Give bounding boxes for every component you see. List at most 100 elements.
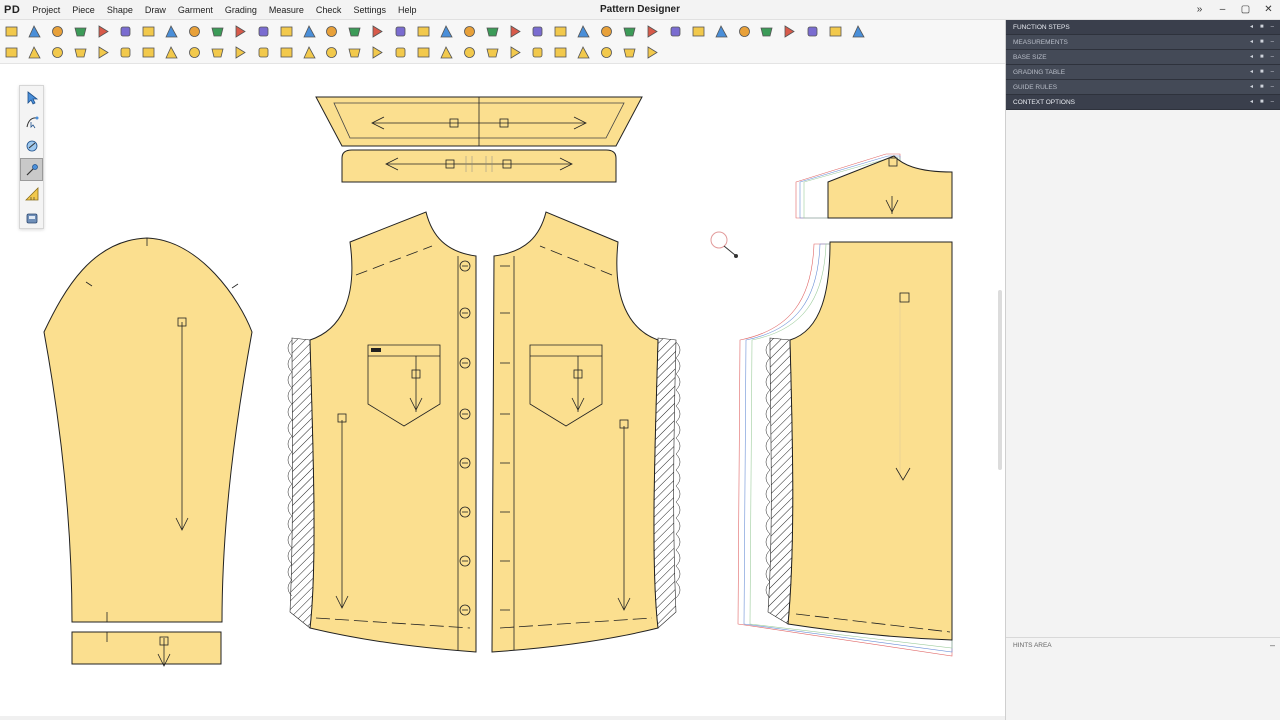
scissors-button[interactable] [116,22,135,40]
collar-piece[interactable] [315,96,643,147]
open-button[interactable] [25,22,44,40]
menu-shape[interactable]: Shape [101,0,139,20]
help-button[interactable] [735,22,754,40]
menu-draw[interactable]: Draw [139,0,172,20]
select-piece-button[interactable] [277,22,296,40]
notch-button[interactable] [368,22,387,40]
arrow-button[interactable] [483,22,502,40]
pin-icon[interactable]: ◂ [1250,80,1253,95]
panel-section-function-steps[interactable]: FUNCTION STEPS ◂ ■ – [1006,20,1280,35]
menu-measure[interactable]: Measure [263,0,310,20]
zoom-fit-button[interactable] [528,22,547,40]
flag-button[interactable] [757,22,776,40]
shape-11-button[interactable] [277,44,296,62]
hints-minimize-icon[interactable]: – [1270,638,1275,653]
redo-button[interactable] [254,22,273,40]
menu-check[interactable]: Check [310,0,348,20]
shape-20-button[interactable] [483,44,502,62]
mirror-button[interactable] [322,22,341,40]
undo-button[interactable] [231,22,250,40]
panel-section-measurements[interactable]: MEASUREMENTS ◂ ■ – [1006,35,1280,50]
shape-22-button[interactable] [528,44,547,62]
minimize-icon[interactable]: – [1271,20,1274,35]
fill-button[interactable] [25,44,44,62]
tablet-tool[interactable] [20,206,43,229]
fold-button[interactable] [345,22,364,40]
pin-tool[interactable] [20,158,43,181]
minimize-icon[interactable]: – [1271,65,1274,80]
lock-icon[interactable]: ■ [1260,35,1264,50]
shape-4-button[interactable] [116,44,135,62]
zoom-in-button[interactable] [574,22,593,40]
shape-12-button[interactable] [300,44,319,62]
shape-2-button[interactable] [71,44,90,62]
minimize-icon[interactable]: – [1271,80,1274,95]
pin-icon[interactable]: ◂ [1250,95,1253,110]
shape-6-button[interactable] [162,44,181,62]
pin-icon[interactable]: ◂ [1250,50,1253,65]
style-button[interactable] [780,22,799,40]
menu-project[interactable]: Project [26,0,66,20]
minimize-icon[interactable]: – [1271,95,1274,110]
pointer-tool[interactable] [20,86,43,109]
panel-section-grading-table[interactable]: GRADING TABLE ◂ ■ – [1006,65,1280,80]
right-front-piece[interactable] [491,211,659,653]
shape-26-button[interactable] [620,44,639,62]
shape-25-button[interactable] [597,44,616,62]
shape-7-button[interactable] [185,44,204,62]
collar-stand-piece[interactable] [341,149,617,183]
zoom-box-button[interactable] [551,22,570,40]
sleeve-piece[interactable] [43,237,253,623]
curve-point-tool[interactable] [20,110,43,133]
palette-button[interactable] [666,22,685,40]
minimize-icon[interactable]: – [1271,35,1274,50]
grade-button[interactable] [94,22,113,40]
close-button[interactable]: ✕ [1257,0,1280,20]
pin-icon[interactable]: ◂ [1250,65,1253,80]
minimize-button[interactable]: – [1211,0,1234,20]
menu-garment[interactable]: Garment [172,0,219,20]
color-wheel-button[interactable] [414,22,433,40]
draw-piece-button[interactable] [2,44,21,62]
table-button[interactable] [506,22,525,40]
save-button[interactable] [48,22,67,40]
lock-icon[interactable]: ■ [1260,80,1264,95]
shape-15-button[interactable] [368,44,387,62]
shape-19-button[interactable] [460,44,479,62]
panel-section-context-options[interactable]: CONTEXT OPTIONS ◂ ■ – [1006,95,1280,110]
layer-button[interactable] [391,22,410,40]
plot-button[interactable] [185,22,204,40]
zoom-all-button[interactable] [620,22,639,40]
shape-23-button[interactable] [551,44,570,62]
duplicate-button[interactable] [300,22,319,40]
menu-grading[interactable]: Grading [219,0,263,20]
shape-5-button[interactable] [139,44,158,62]
measure-button[interactable] [460,22,479,40]
pin-icon[interactable]: ◂ [1250,35,1253,50]
lock-icon[interactable]: ■ [1260,65,1264,80]
shape-14-button[interactable] [345,44,364,62]
measure-tape-tool[interactable] [20,134,43,157]
shape-9-button[interactable] [231,44,250,62]
lock-icon[interactable]: ■ [1260,95,1264,110]
shape-3-button[interactable] [94,44,113,62]
left-front-piece[interactable] [309,211,477,653]
panel-section-base-size[interactable]: BASE SIZE ◂ ■ – [1006,50,1280,65]
ruler-tool[interactable] [20,182,43,205]
shape-21-button[interactable] [506,44,525,62]
shape-18-button[interactable] [437,44,456,62]
preview-button[interactable] [849,22,868,40]
pin-icon[interactable]: ◂ [1250,20,1253,35]
lock-icon[interactable]: ■ [1260,50,1264,65]
lock-icon[interactable]: ■ [1260,20,1264,35]
shape-27-button[interactable] [643,44,662,62]
minimize-icon[interactable]: – [1271,50,1274,65]
export-button[interactable] [208,22,227,40]
new-project-button[interactable] [2,22,21,40]
shape-8-button[interactable] [208,44,227,62]
grid-button[interactable] [437,22,456,40]
check-button[interactable] [803,22,822,40]
panel-section-guide-rules[interactable]: GUIDE RULES ◂ ■ – [1006,80,1280,95]
print-button[interactable] [162,22,181,40]
shape-10-button[interactable] [254,44,273,62]
